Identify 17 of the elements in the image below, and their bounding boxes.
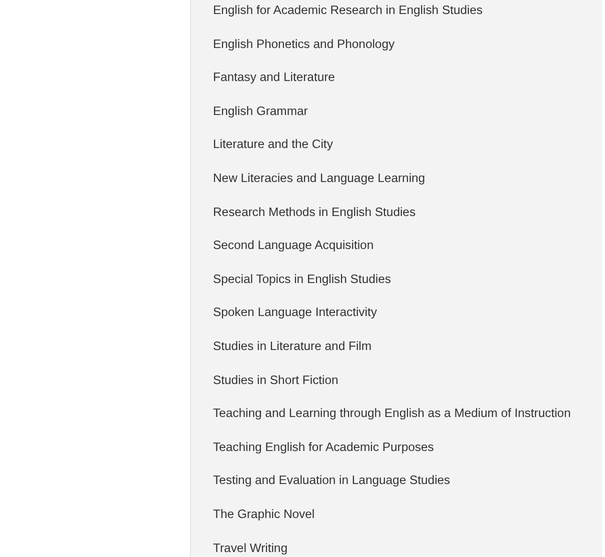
course-link[interactable]: Spoken Language Interactivity	[213, 305, 377, 320]
course-link[interactable]: English Phonetics and Phonology	[213, 36, 395, 51]
course-link[interactable]: Fantasy and Literature	[213, 70, 335, 84]
course-link[interactable]: Testing and Evaluation in Language Studies	[213, 473, 450, 488]
course-link[interactable]: Research Methods in English Studies	[213, 204, 416, 219]
course-link[interactable]: Special Topics in English Studies	[213, 272, 391, 286]
course-link[interactable]: The Graphic Novel	[213, 506, 315, 521]
course-link[interactable]: Second Language Acquisition	[213, 238, 374, 252]
course-link[interactable]: Studies in Short Fiction	[213, 372, 338, 387]
course-link[interactable]: Teaching and Learning through English as a Medium of Instruction	[213, 406, 571, 420]
course-link[interactable]: Travel Writing	[213, 540, 288, 554]
course-link[interactable]: Literature and the City	[213, 137, 333, 152]
course-link[interactable]: Studies in Literature and Film	[213, 338, 372, 353]
course-link[interactable]: English for Academic Research in English Studies	[213, 3, 483, 17]
course-link[interactable]: Teaching English for Academic Purposes	[213, 440, 434, 454]
course-link[interactable]: New Literacies and Language Learning	[213, 170, 426, 185]
course-link[interactable]: English Grammar	[213, 104, 308, 118]
